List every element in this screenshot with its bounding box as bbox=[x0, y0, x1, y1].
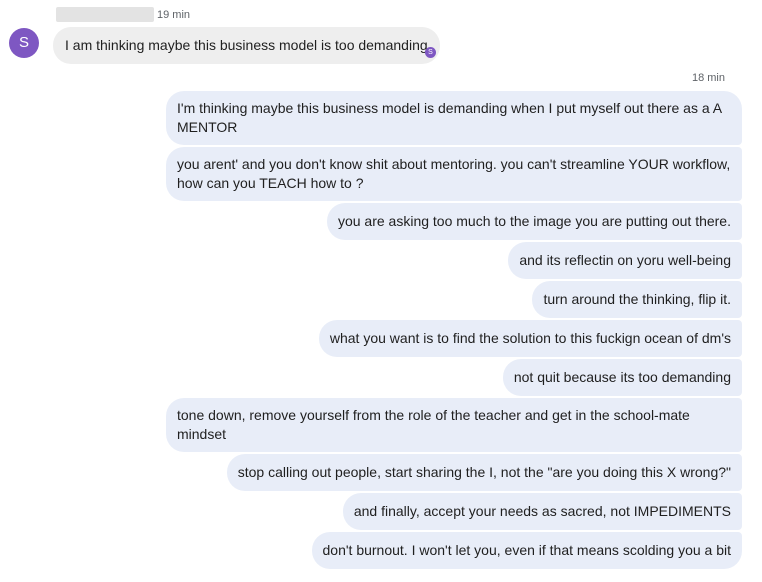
outgoing-message[interactable]: and its reflectin on yoru well-being bbox=[508, 242, 742, 279]
outgoing-message[interactable]: you are asking too much to the image you… bbox=[326, 203, 742, 240]
outgoing-message[interactable]: stop calling out people, start sharing t… bbox=[226, 454, 742, 491]
incoming-message[interactable]: I am thinking maybe this business model … bbox=[53, 27, 440, 64]
outgoing-message[interactable]: I'm thinking maybe this business model i… bbox=[166, 91, 742, 145]
incoming-timestamp: 19 min bbox=[157, 9, 191, 21]
outgoing-message[interactable]: you arent' and you don't know shit about… bbox=[166, 147, 742, 201]
outgoing-message[interactable]: what you want is to find the solution to… bbox=[318, 320, 742, 357]
outgoing-message[interactable]: turn around the thinking, flip it. bbox=[532, 281, 742, 318]
outgoing-message[interactable]: don't burnout. I won't let you, even if … bbox=[311, 532, 742, 569]
outgoing-message-group: I'm thinking maybe this business model i… bbox=[166, 91, 742, 569]
outgoing-message[interactable]: and finally, accept your needs as sacred… bbox=[342, 493, 742, 530]
avatar[interactable]: S bbox=[9, 28, 39, 58]
read-receipt-avatar: S bbox=[425, 47, 436, 58]
outgoing-message[interactable]: tone down, remove yourself from the role… bbox=[166, 398, 742, 452]
outgoing-message[interactable]: not quit because its too demanding bbox=[502, 359, 742, 396]
sender-name-redacted bbox=[56, 7, 154, 22]
outgoing-timestamp: 18 min bbox=[691, 72, 725, 84]
